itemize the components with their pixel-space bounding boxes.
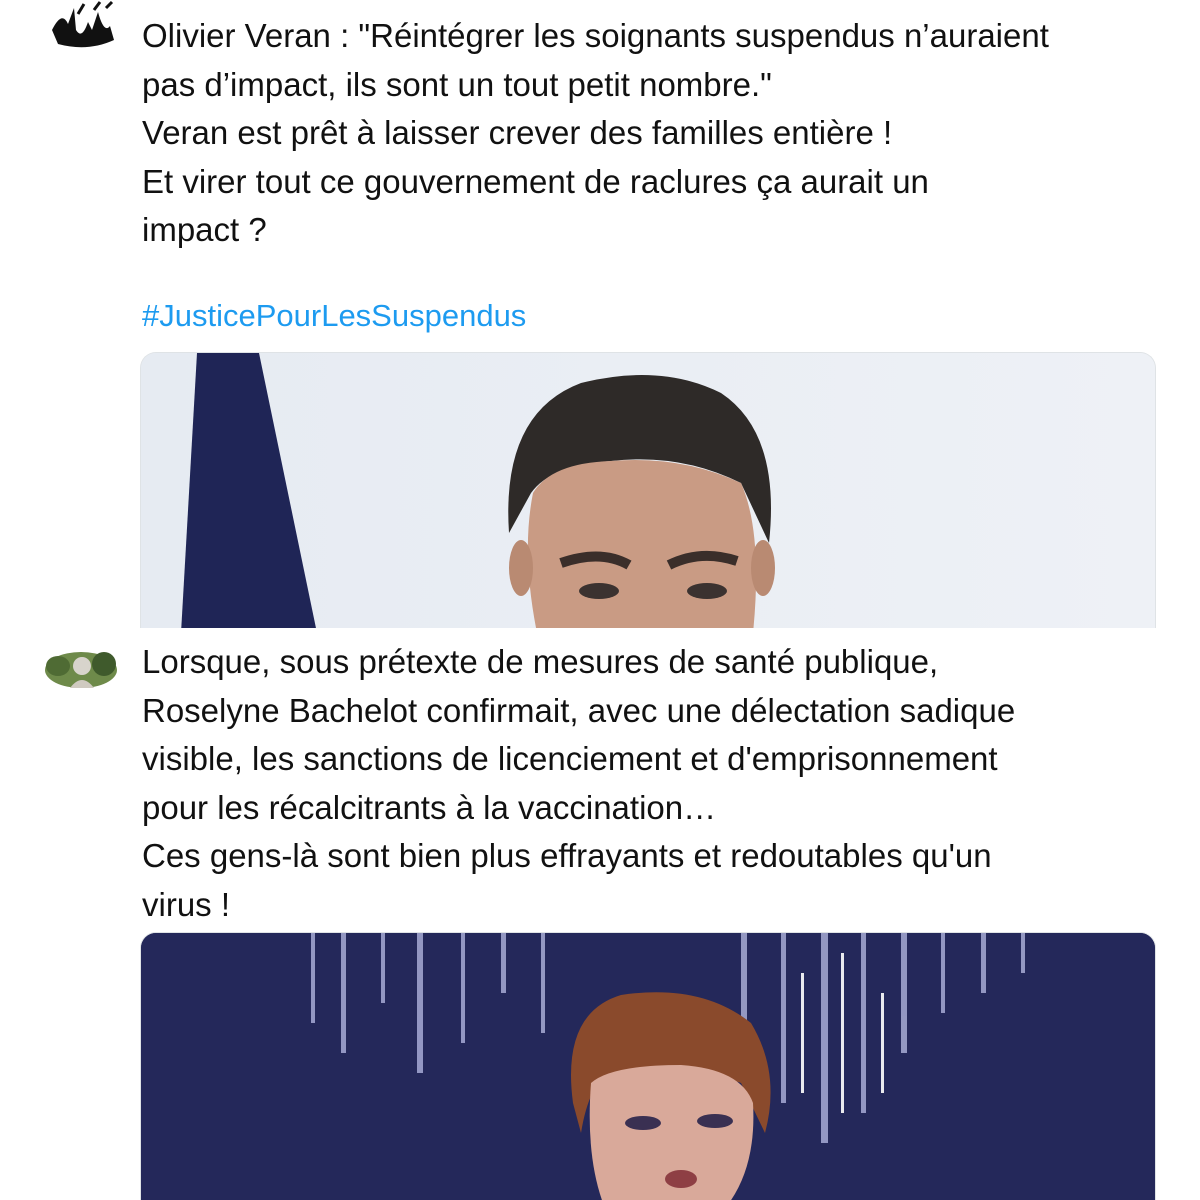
tweet-1: Olivier Veran : "Réintégrer les soignant…: [0, 0, 1200, 628]
black-graffiti-avatar-icon[interactable]: [48, 0, 122, 48]
tweet-text: Lorsque, sous prétexte de mesures de san…: [142, 643, 1016, 923]
statue-avatar-icon[interactable]: [44, 646, 118, 694]
man-portrait-photo-icon: [141, 353, 1155, 628]
hashtag-link[interactable]: #JusticePourLesSuspendus: [142, 298, 526, 334]
woman-tv-studio-photo-icon: [141, 933, 1155, 1200]
tweet-text: Olivier Veran : "Réintégrer les soignant…: [142, 17, 1049, 248]
tweet-media[interactable]: [140, 932, 1156, 1200]
tweet-media[interactable]: [140, 352, 1156, 628]
tweet-2: Lorsque, sous prétexte de mesures de san…: [0, 628, 1200, 1200]
